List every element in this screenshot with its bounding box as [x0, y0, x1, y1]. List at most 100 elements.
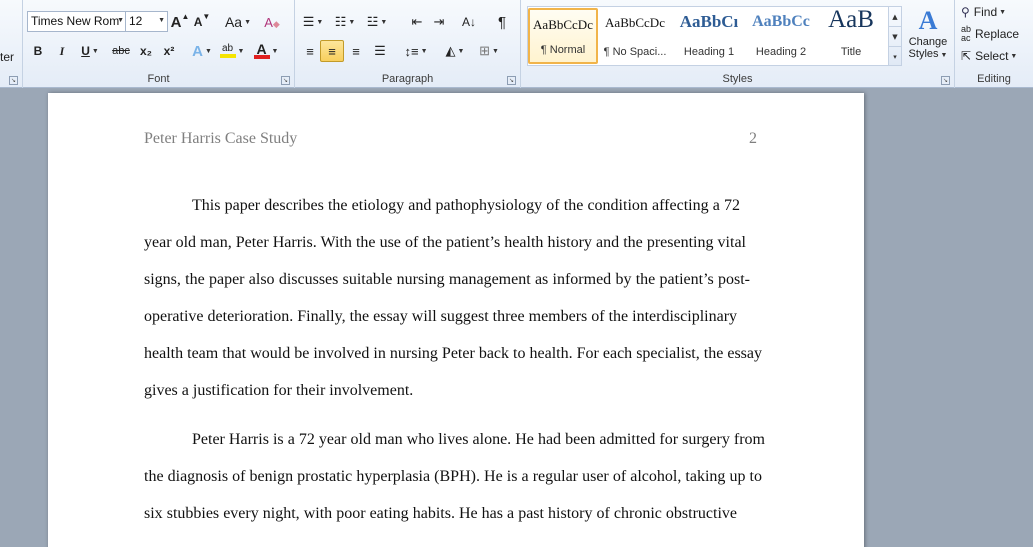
subscript-button[interactable]: x₂ — [136, 40, 156, 62]
styles-dialog-launcher-icon[interactable]: ↘ — [941, 76, 950, 85]
body-line: signs, the paper also discusses suitable… — [144, 271, 750, 288]
editing-group: ⚲ Find ▼ ab ac Replace ⇱ Select ▼ Editing — [955, 0, 1033, 88]
editing-group-label: Editing — [977, 73, 1011, 85]
text-effects-button[interactable]: A ▼ — [191, 40, 213, 62]
highlight-button[interactable]: ab ▼ — [219, 40, 245, 62]
borders-button[interactable]: ⊞ ▼ — [475, 40, 503, 62]
italic-icon: I — [59, 43, 65, 58]
align-center-button[interactable]: ≡ — [320, 40, 344, 62]
sort-button[interactable]: A↓ — [459, 11, 479, 33]
clear-formatting-button[interactable]: A◆ — [261, 11, 283, 33]
font-family-value: Times New Rom — [31, 14, 120, 28]
multilevel-list-icon: ☳ — [366, 14, 379, 29]
increase-indent-icon: ⇥ — [433, 14, 445, 29]
scroll-down-icon[interactable]: ▼ — [889, 27, 901, 47]
bold-icon: B — [33, 44, 43, 58]
font-group-label: Font — [147, 73, 170, 85]
borders-icon: ⊞ — [479, 43, 490, 58]
multilevel-list-button[interactable]: ☳ ▼ — [363, 11, 391, 33]
gallery-more-icon[interactable]: ▾ — [889, 47, 901, 67]
align-right-button[interactable]: ≡ — [345, 40, 367, 62]
select-button[interactable]: ⇱ Select ▼ — [961, 46, 1017, 66]
change-case-icon: Aa — [224, 14, 243, 30]
font-family-combo[interactable]: Times New Rom ▼ — [27, 11, 127, 32]
shrink-font-icon: A — [193, 15, 203, 29]
style-name: ¶ Normal — [540, 44, 586, 56]
page-number: 2 — [749, 130, 757, 147]
cursor-arrow-icon: ⇱ — [961, 49, 972, 63]
styles-gallery: AaBbCcDc ¶ Normal AaBbCcDc ¶ No Spaci...… — [527, 6, 889, 66]
grow-font-button[interactable]: A ▲ — [170, 11, 190, 33]
style-name: Heading 1 — [683, 46, 735, 58]
grow-font-icon: A — [170, 13, 182, 31]
style-name: Title — [840, 46, 862, 58]
font-size-value: 12 — [129, 14, 143, 28]
body-line: operative deterioration. Finally, the es… — [144, 308, 738, 325]
change-styles-icon: A — [918, 6, 938, 35]
change-case-button[interactable]: Aa ▼ — [223, 11, 253, 33]
pilcrow-icon: ¶ — [497, 13, 507, 31]
chevron-down-icon: ▼ — [117, 17, 124, 24]
body-line: the diagnosis of benign prostatic hyperp… — [144, 468, 762, 485]
bullets-button[interactable]: ☰ ▼ — [299, 11, 327, 33]
decrease-indent-button[interactable]: ⇤ — [407, 11, 427, 33]
styles-gallery-scroll[interactable]: ▲ ▼ ▾ — [888, 6, 902, 66]
document-area[interactable]: Peter Harris Case Study 2 This paper des… — [0, 89, 1033, 547]
replace-label: Replace — [975, 27, 1020, 41]
numbered-list-icon: ☷ — [334, 14, 347, 29]
align-center-icon: ≡ — [328, 43, 336, 59]
scroll-up-icon[interactable]: ▲ — [889, 7, 901, 27]
text-effects-icon: A — [192, 42, 203, 60]
font-color-button[interactable]: A ▼ — [253, 40, 279, 62]
shading-button[interactable]: ◭ ▼ — [441, 40, 469, 62]
style-no-spacing[interactable]: AaBbCcDc ¶ No Spaci... — [600, 8, 670, 64]
sort-icon: A↓ — [461, 15, 476, 29]
line-spacing-icon: ↕≡ — [404, 43, 419, 59]
underline-icon: U — [81, 44, 90, 58]
justify-button[interactable]: ☰ — [369, 40, 391, 62]
chevron-down-icon: ▼ — [158, 17, 165, 24]
body-line: health team that would be involved in nu… — [144, 345, 762, 362]
style-heading-1[interactable]: AaBbCı Heading 1 — [674, 8, 744, 64]
bullet-list-icon: ☰ — [302, 14, 315, 29]
superscript-icon: x² — [163, 44, 175, 58]
font-dialog-launcher-icon[interactable]: ↘ — [281, 76, 290, 85]
change-styles-label-2: Styles — [908, 48, 939, 60]
numbering-button[interactable]: ☷ ▼ — [331, 11, 359, 33]
style-title[interactable]: AaB Title — [816, 6, 886, 64]
align-left-button[interactable]: ≡ — [299, 40, 321, 62]
bold-button[interactable]: B — [29, 40, 47, 62]
paragraph-dialog-launcher-icon[interactable]: ↘ — [507, 76, 516, 85]
superscript-button[interactable]: x² — [159, 40, 179, 62]
body-line: Peter Harris is a 72 year old man who li… — [192, 431, 765, 448]
show-formatting-button[interactable]: ¶ — [493, 11, 511, 33]
page-header: Peter Harris Case Study — [144, 130, 298, 147]
replace-icon: ab ac — [961, 24, 972, 43]
replace-button[interactable]: ab ac Replace — [961, 24, 1019, 44]
paragraph-group-label: Paragraph — [381, 73, 434, 85]
paste-label-fragment[interactable]: ter — [0, 50, 14, 64]
style-sample: AaBbCcDc — [533, 17, 593, 32]
body-line: gives a justification for their involvem… — [144, 382, 414, 399]
style-sample: AaBbCcDc — [605, 15, 665, 30]
underline-button[interactable]: U ▼ — [77, 40, 103, 62]
document-page[interactable]: Peter Harris Case Study 2 This paper des… — [48, 93, 864, 547]
font-size-combo[interactable]: 12 ▼ — [125, 11, 168, 32]
body-line: year old man, Peter Harris. With the use… — [144, 234, 746, 251]
change-styles-button[interactable]: A Change Styles ▼ — [905, 6, 951, 70]
line-spacing-button[interactable]: ↕≡ ▼ — [401, 40, 431, 62]
body-line: six stubbies every night, with poor eati… — [144, 505, 737, 522]
decrease-indent-icon: ⇤ — [411, 14, 423, 29]
clipboard-launcher-icon[interactable]: ↘ — [9, 76, 18, 85]
find-button[interactable]: ⚲ Find ▼ — [961, 2, 1006, 22]
binoculars-icon: ⚲ — [961, 5, 970, 19]
highlighter-icon: ab — [219, 44, 236, 58]
style-normal[interactable]: AaBbCcDc ¶ Normal — [528, 8, 598, 64]
increase-indent-button[interactable]: ⇥ — [429, 11, 449, 33]
style-heading-2[interactable]: AaBbCc Heading 2 — [746, 8, 816, 64]
paragraph-group: ☰ ▼ ☷ ▼ ☳ ▼ ⇤ ⇥ A↓ ¶ ≡ ≡ ≡ ☰ ↕≡ ▼ ◭ ▼ ⊞ … — [295, 0, 521, 88]
style-sample: AaB — [828, 6, 874, 33]
shrink-font-button[interactable]: A ▼ — [193, 11, 211, 33]
strikethrough-button[interactable]: abc — [109, 40, 133, 62]
italic-button[interactable]: I — [53, 40, 71, 62]
